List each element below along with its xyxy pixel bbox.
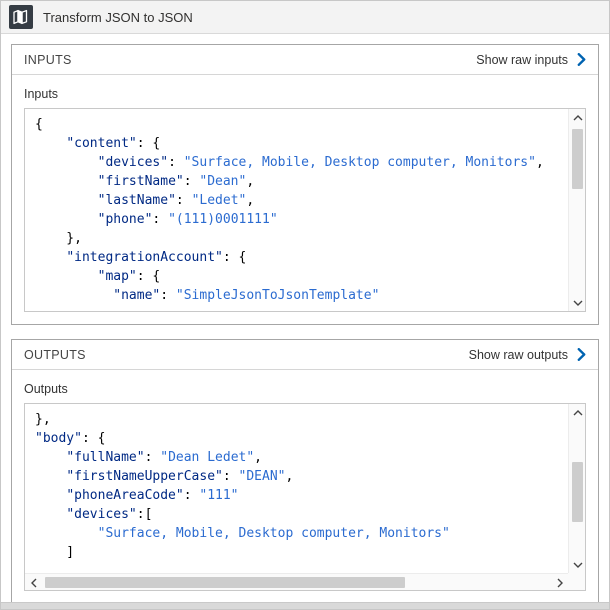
scroll-right-arrow-icon[interactable] <box>551 574 568 591</box>
outputs-panel-title: OUTPUTS <box>24 348 86 362</box>
scrollbar-thumb[interactable] <box>45 577 405 588</box>
outputs-field-label: Outputs <box>24 382 586 396</box>
show-raw-outputs-link[interactable]: Show raw outputs <box>469 348 586 362</box>
chevron-right-icon <box>577 348 586 361</box>
map-transform-icon <box>9 5 33 29</box>
scroll-down-arrow-icon[interactable] <box>569 556 586 573</box>
scrollbar-thumb[interactable] <box>572 129 583 189</box>
outputs-horizontal-scrollbar[interactable] <box>25 573 568 590</box>
chevron-right-icon <box>577 53 586 66</box>
outputs-panel: OUTPUTS Show raw outputs Outputs },"body… <box>11 339 599 602</box>
inputs-panel: INPUTS Show raw inputs Inputs { "content… <box>11 44 599 325</box>
inputs-vertical-scrollbar[interactable] <box>568 109 585 311</box>
action-title: Transform JSON to JSON <box>43 10 193 25</box>
outputs-vertical-scrollbar[interactable] <box>568 404 585 573</box>
action-title-bar: Transform JSON to JSON <box>1 1 609 34</box>
scrollbar-corner <box>568 573 585 590</box>
bottom-scroll-band <box>1 602 609 609</box>
outputs-panel-body: Outputs },"body": { "fullName": "Dean Le… <box>12 370 598 602</box>
inputs-json-code: { "content": { "devices": "Surface, Mobi… <box>25 109 585 311</box>
scroll-up-arrow-icon[interactable] <box>569 404 586 421</box>
transform-action-details: Transform JSON to JSON INPUTS Show raw i… <box>0 0 610 610</box>
action-body: INPUTS Show raw inputs Inputs { "content… <box>1 34 609 602</box>
outputs-panel-header: OUTPUTS Show raw outputs <box>12 340 598 370</box>
inputs-field-label: Inputs <box>24 87 586 101</box>
scroll-left-arrow-icon[interactable] <box>25 574 42 591</box>
outputs-code-viewer: },"body": { "fullName": "Dean Ledet", "f… <box>24 403 586 591</box>
inputs-panel-header: INPUTS Show raw inputs <box>12 45 598 75</box>
inputs-code-viewer: { "content": { "devices": "Surface, Mobi… <box>24 108 586 312</box>
inputs-panel-title: INPUTS <box>24 53 72 67</box>
scroll-up-arrow-icon[interactable] <box>569 109 586 126</box>
scroll-down-arrow-icon[interactable] <box>569 294 586 311</box>
inputs-panel-body: Inputs { "content": { "devices": "Surfac… <box>12 75 598 324</box>
scrollbar-thumb[interactable] <box>572 462 583 522</box>
outputs-json-code: },"body": { "fullName": "Dean Ledet", "f… <box>25 404 585 568</box>
show-raw-inputs-link[interactable]: Show raw inputs <box>476 53 586 67</box>
show-raw-inputs-label: Show raw inputs <box>476 53 568 67</box>
show-raw-outputs-label: Show raw outputs <box>469 348 568 362</box>
